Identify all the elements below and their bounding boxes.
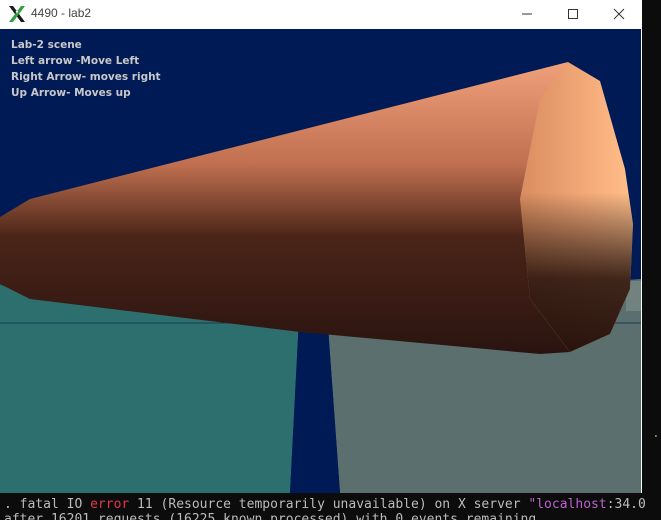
opengl-canvas[interactable]: Lab-2 scene Left arrow -Move Left Right … bbox=[0, 29, 641, 493]
close-button[interactable] bbox=[596, 0, 642, 28]
terminal-text: 11 (Resource temporarily unavailable) on… bbox=[129, 497, 529, 512]
terminal-host: "localhost bbox=[528, 497, 607, 512]
minimize-icon bbox=[522, 13, 532, 15]
window-title: 4490 - lab2 bbox=[31, 6, 92, 20]
minimize-button[interactable] bbox=[504, 0, 550, 28]
terminal-text: :34.0 bbox=[606, 497, 646, 512]
close-icon bbox=[613, 8, 625, 20]
terminal-text: . fatal IO bbox=[4, 497, 91, 512]
terminal-line-2: after 16201 requests (16225 known proces… bbox=[4, 512, 545, 520]
hud-line-right: Right Arrow- moves right bbox=[11, 71, 161, 83]
app-window: 4490 - lab2 Lab-2 scene Left arrow -Move… bbox=[0, 0, 642, 493]
maximize-icon bbox=[568, 9, 578, 19]
hud-line-left: Left arrow -Move Left bbox=[11, 55, 140, 67]
hud-line-title: Lab-2 scene bbox=[11, 39, 82, 51]
hud-overlay: Lab-2 scene Left arrow -Move Left Right … bbox=[11, 37, 161, 101]
terminal-side-text: .h bbox=[652, 426, 661, 441]
terminal-error-word: error bbox=[90, 497, 130, 512]
terminal-line-1: . fatal IO error 11 (Resource temporaril… bbox=[4, 497, 646, 512]
x-app-icon bbox=[9, 6, 25, 22]
hud-line-up: Up Arrow- Moves up bbox=[11, 87, 131, 99]
title-bar[interactable]: 4490 - lab2 bbox=[0, 0, 642, 28]
maximize-button[interactable] bbox=[550, 0, 596, 28]
terminal-side-strip: .h bbox=[642, 420, 661, 500]
terminal-output: . fatal IO error 11 (Resource temporaril… bbox=[0, 493, 661, 520]
